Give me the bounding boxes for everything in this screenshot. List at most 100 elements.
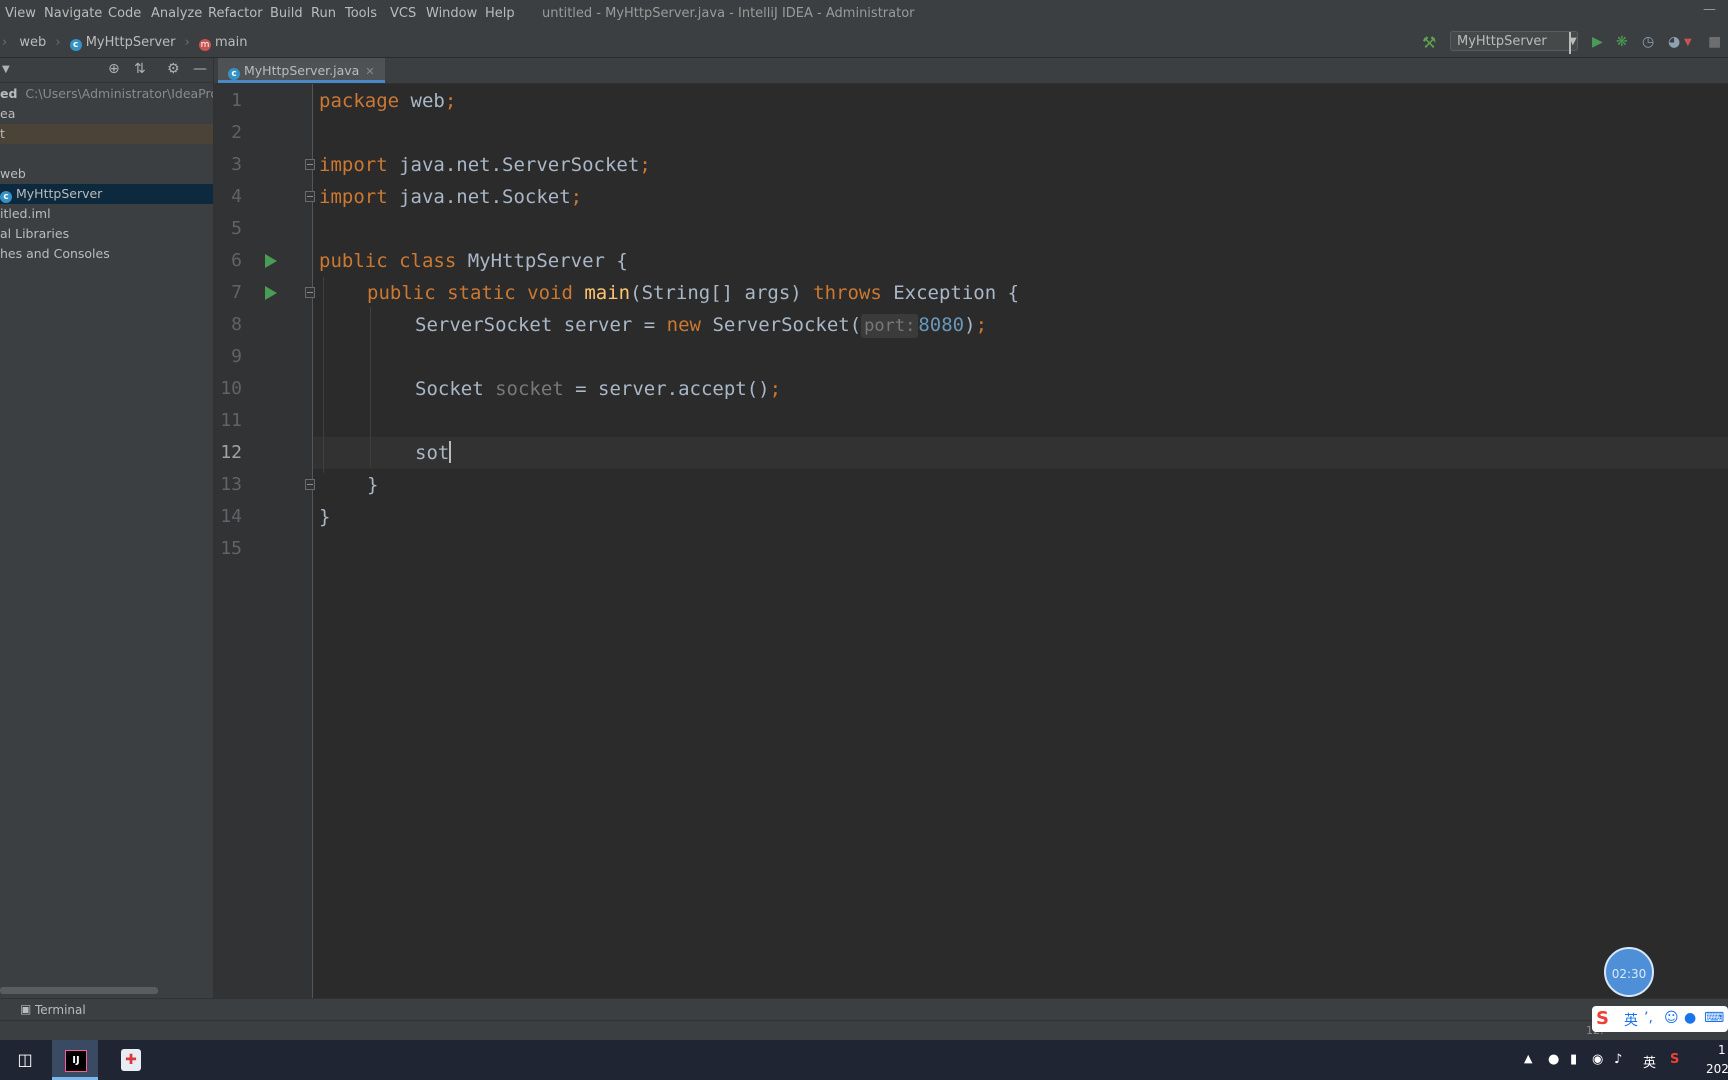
code-line-14: }: [319, 506, 331, 528]
tree-item-scratches[interactable]: hes and Consoles: [0, 244, 213, 264]
run-configuration-select[interactable]: MyHttpServer ▼: [1450, 31, 1578, 54]
menu-help[interactable]: Help: [485, 6, 515, 21]
tree-item-project-root[interactable]: ed C:\Users\Administrator\IdeaProje: [0, 84, 213, 104]
menu-build[interactable]: Build: [270, 6, 303, 21]
editor-tab-bar: c MyHttpServer.java ✕: [214, 58, 1728, 84]
project-panel: ▼ ⊕ ⇅ ⚙ — ed C:\Users\Administrator\Idea…: [0, 58, 214, 998]
tool-window-bar: ▣ Terminal: [0, 998, 1728, 1021]
profile-icon[interactable]: ◕: [1668, 34, 1680, 50]
stop-icon[interactable]: ■: [1708, 34, 1721, 50]
tree-item-iml-file[interactable]: itled.iml: [0, 204, 213, 224]
tree-item-idea-folder[interactable]: ea: [0, 104, 213, 124]
line-number: 8: [231, 314, 242, 335]
collapse-all-icon[interactable]: ⇅: [134, 61, 146, 77]
line-number: 10: [220, 378, 242, 399]
project-horizontal-scrollbar[interactable]: [0, 987, 158, 994]
current-line-highlight: [313, 437, 1728, 469]
breadcrumb-class[interactable]: MyHttpServer: [86, 35, 176, 50]
tree-item-myhttpserver[interactable]: c MyHttpServer: [0, 184, 213, 204]
project-dropdown-icon[interactable]: ▼: [2, 64, 10, 75]
locate-target-icon[interactable]: ⊕: [108, 61, 120, 77]
sogou-logo-icon: S: [1596, 1008, 1609, 1029]
profile-dropdown-icon[interactable]: ▼: [1684, 37, 1692, 48]
app-icon: ✚: [121, 1049, 141, 1071]
network-globe-icon[interactable]: ◉: [1592, 1052, 1603, 1067]
menu-run[interactable]: Run: [311, 6, 336, 21]
terminal-tab[interactable]: Terminal: [35, 1003, 86, 1017]
tree-item-out-folder[interactable]: t: [0, 124, 213, 144]
fold-icon[interactable]: [305, 159, 315, 170]
microphone-tray-icon[interactable]: ●: [1548, 1052, 1559, 1067]
intellij-icon: IJ: [65, 1050, 87, 1072]
breadcrumb: › web › c MyHttpServer › m main: [2, 35, 247, 51]
breadcrumb-separator-icon: ›: [55, 35, 61, 50]
fold-icon[interactable]: [305, 191, 315, 202]
menu-refactor[interactable]: Refactor: [208, 6, 263, 21]
clock-time[interactable]: 1: [1718, 1043, 1726, 1057]
ime-toolbar[interactable]: S 英 ’, ☺ ● ⌨: [1592, 1006, 1728, 1032]
line-number: 13: [220, 474, 242, 495]
hide-panel-icon[interactable]: —: [193, 61, 207, 77]
menu-navigate[interactable]: Navigate: [44, 6, 102, 21]
minimize-icon[interactable]: —: [1703, 2, 1716, 17]
line-number: 7: [231, 282, 242, 303]
fold-icon[interactable]: [305, 287, 315, 298]
tab-myhttpserver-java[interactable]: c MyHttpServer.java ✕: [218, 58, 385, 83]
recording-timer-badge[interactable]: 02:30: [1604, 947, 1654, 997]
battery-icon[interactable]: ▮: [1570, 1052, 1577, 1067]
run-class-gutter-icon[interactable]: [265, 254, 277, 268]
run-icon[interactable]: ▶: [1592, 34, 1603, 50]
debug-bug-icon[interactable]: ❋: [1616, 34, 1628, 50]
app-taskbar-button[interactable]: ✚: [108, 1040, 154, 1080]
menu-window[interactable]: Window: [426, 6, 477, 21]
punctuation-icon[interactable]: ’,: [1644, 1010, 1653, 1026]
text-cursor: [449, 441, 452, 463]
terminal-icon: ▣: [20, 1002, 32, 1016]
parameter-hint: port:: [861, 314, 919, 338]
task-view-icon[interactable]: ◫: [10, 1040, 40, 1080]
menu-tools[interactable]: Tools: [345, 6, 377, 21]
navigation-bar: › web › c MyHttpServer › m main ⚒ MyHttpSe…: [0, 28, 1728, 58]
microphone-icon[interactable]: ●: [1684, 1010, 1696, 1026]
tree-item-external-libraries[interactable]: al Libraries: [0, 224, 213, 244]
code-editor[interactable]: [313, 84, 1728, 998]
ime-language[interactable]: 英: [1624, 1010, 1638, 1030]
indent-guide: [370, 307, 371, 467]
line-number-current: 12: [220, 442, 242, 463]
method-icon: m: [198, 39, 211, 51]
line-number: 14: [220, 506, 242, 527]
class-icon: c: [0, 191, 12, 203]
status-bar: 12:: [0, 1020, 1728, 1041]
menu-analyze[interactable]: Analyze: [151, 6, 202, 21]
run-main-gutter-icon[interactable]: [265, 286, 277, 300]
breadcrumb-separator-icon: ›: [2, 35, 8, 50]
volume-icon[interactable]: ♪: [1614, 1052, 1622, 1067]
fold-icon[interactable]: [305, 479, 315, 490]
project-panel-toolbar: ▼ ⊕ ⇅ ⚙ —: [0, 58, 213, 83]
menu-vcs[interactable]: VCS: [390, 6, 416, 21]
keyboard-icon[interactable]: ⌨: [1704, 1010, 1724, 1026]
code-line-13: }: [367, 474, 379, 496]
menu-view[interactable]: View: [5, 6, 36, 21]
intellij-taskbar-button[interactable]: IJ: [52, 1040, 98, 1080]
breadcrumb-method[interactable]: main: [215, 35, 247, 50]
menu-code[interactable]: Code: [108, 6, 141, 21]
close-icon[interactable]: ✕: [365, 65, 374, 78]
chevron-down-icon: ▼: [1569, 32, 1577, 54]
line-number: 1: [231, 90, 242, 111]
build-hammer-icon[interactable]: ⚒: [1422, 33, 1436, 52]
chevron-up-icon[interactable]: ▲: [1524, 1052, 1532, 1065]
line-number: 15: [220, 538, 242, 559]
input-language[interactable]: 英: [1643, 1052, 1656, 1071]
clock-date[interactable]: 202: [1706, 1062, 1728, 1076]
gear-icon[interactable]: ⚙: [167, 61, 180, 77]
tab-label: MyHttpServer.java: [244, 63, 360, 78]
code-line-7: public static void main(String[] args) t…: [367, 282, 1020, 304]
tree-item-src-folder[interactable]: [0, 144, 213, 164]
emoji-icon[interactable]: ☺: [1664, 1010, 1679, 1026]
sogou-tray-icon[interactable]: S: [1670, 1052, 1679, 1067]
line-number: 9: [231, 346, 242, 367]
breadcrumb-web[interactable]: web: [19, 35, 46, 50]
tree-item-web-package[interactable]: web: [0, 164, 213, 184]
coverage-icon[interactable]: ◷: [1642, 34, 1654, 50]
